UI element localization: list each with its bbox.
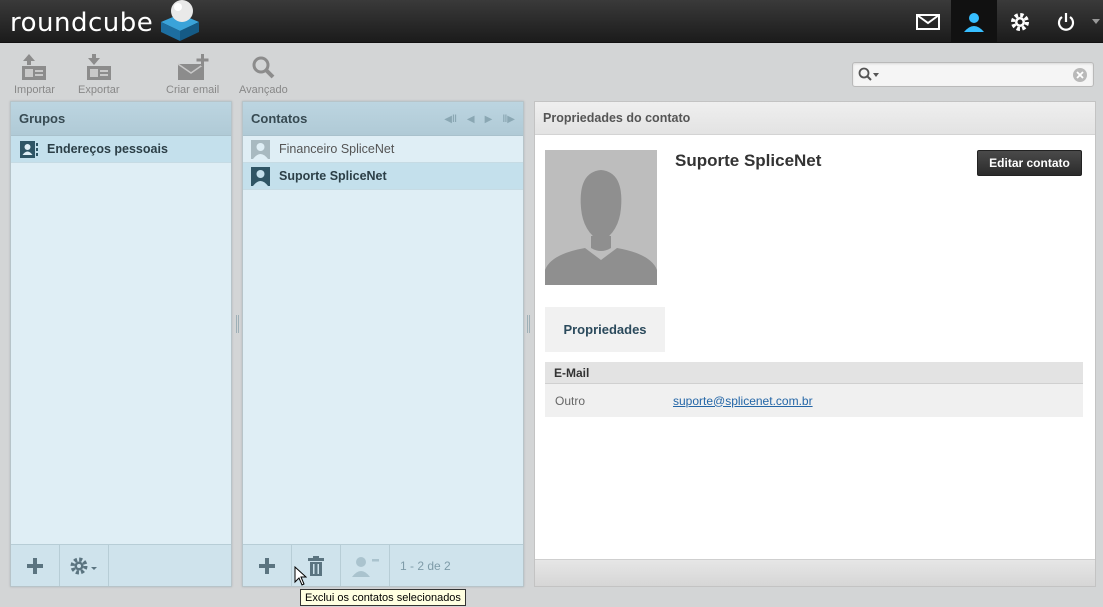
contact-photo	[545, 150, 657, 285]
add-contact-button[interactable]	[243, 545, 292, 586]
top-header: roundcube	[0, 0, 1103, 43]
export-label: Exportar	[78, 84, 120, 96]
compose-mail-icon	[177, 54, 209, 80]
advanced-search-button[interactable]: Avançado	[239, 52, 288, 96]
contact-details-panel: Propriedades do contato Suporte SpliceNe…	[534, 101, 1096, 587]
previous-page-icon[interactable]: ◀	[467, 114, 475, 125]
email-type-label: Outro	[555, 393, 586, 408]
tab-properties[interactable]: Propriedades	[545, 307, 665, 352]
email-row: Outro suporte@splicenet.com.br	[545, 384, 1083, 417]
contact-row[interactable]: Suporte SpliceNet	[243, 163, 523, 190]
nav-logout[interactable]	[1043, 0, 1089, 43]
default-avatar-icon	[545, 150, 657, 285]
mouse-cursor-icon	[294, 566, 307, 586]
groups-panel: Grupos Endereços pessoais	[10, 101, 232, 587]
plus-icon	[27, 557, 43, 574]
email-section-title: E-Mail	[545, 362, 1083, 384]
contacts-panel: Contatos ◀‖ ◀ ▶ ‖▶ Financeiro SpliceNet …	[242, 101, 524, 587]
nav-contacts[interactable]	[951, 0, 997, 43]
contacts-footer: 1 - 2 de 2	[243, 544, 523, 586]
nav-mail[interactable]	[905, 0, 951, 43]
import-icon	[22, 54, 47, 80]
group-label: Endereços pessoais	[47, 142, 168, 156]
search-input[interactable]	[881, 66, 1066, 83]
export-button[interactable]: Exportar	[78, 52, 120, 96]
roundcube-logo[interactable]: roundcube	[10, 0, 203, 41]
contacts-count: 1 - 2 de 2	[400, 558, 451, 573]
contact-row[interactable]: Financeiro SpliceNet	[243, 136, 523, 163]
contact-name: Suporte SpliceNet	[279, 169, 387, 183]
contacts-title: Contatos	[251, 111, 308, 126]
contacts-header: Contatos ◀‖ ◀ ▶ ‖▶	[243, 102, 523, 136]
nav-settings[interactable]	[997, 0, 1043, 43]
compose-label: Criar email	[166, 84, 220, 96]
groups-footer	[11, 544, 231, 586]
groups-header: Grupos	[11, 102, 231, 136]
advanced-label: Avançado	[239, 84, 288, 96]
group-options-button[interactable]	[60, 545, 109, 586]
group-item[interactable]: Endereços pessoais	[11, 136, 231, 163]
contact-avatar-icon	[251, 166, 270, 186]
delete-tooltip: Exclui os contatos selecionados	[300, 589, 466, 606]
person-icon	[964, 12, 984, 32]
last-page-icon[interactable]: ‖▶	[502, 114, 515, 125]
magnifier-icon	[252, 56, 275, 79]
toolbar: Importar Exportar Criar email Avançado	[0, 44, 1103, 100]
search-options-icon[interactable]	[858, 67, 880, 83]
details-title: Propriedades do contato	[543, 111, 691, 125]
reset-search-icon[interactable]	[1073, 68, 1087, 82]
remove-from-group-button[interactable]	[341, 545, 390, 586]
contact-avatar-icon	[251, 139, 270, 159]
quick-search[interactable]	[852, 62, 1094, 87]
export-icon	[86, 54, 111, 80]
import-label: Importar	[14, 84, 55, 96]
pager: ◀‖ ◀ ▶ ‖▶	[444, 114, 515, 125]
gear-icon	[1011, 12, 1029, 31]
address-book-icon	[20, 140, 38, 158]
details-header: Propriedades do contato	[535, 102, 1095, 135]
add-group-button[interactable]	[11, 545, 60, 586]
contacts-splitter[interactable]	[527, 315, 530, 333]
groups-title: Grupos	[19, 111, 66, 126]
chevron-down-icon	[1092, 19, 1100, 24]
groups-splitter[interactable]	[236, 315, 239, 333]
next-page-icon[interactable]: ▶	[485, 114, 493, 125]
contact-name: Financeiro SpliceNet	[279, 142, 395, 156]
top-navigation	[905, 0, 1103, 43]
plus-icon	[259, 557, 275, 574]
gear-icon	[70, 557, 97, 574]
details-footer	[535, 559, 1095, 586]
user-menu-caret[interactable]	[1089, 0, 1103, 43]
trash-icon	[308, 555, 324, 576]
logo-cube-icon	[161, 0, 200, 41]
compose-button[interactable]: Criar email	[166, 52, 219, 96]
contact-display-name: Suporte SpliceNet	[675, 151, 822, 170]
remove-person-icon	[352, 556, 379, 577]
logo-text: roundcube	[10, 8, 154, 38]
email-fieldset: E-Mail Outro suporte@splicenet.com.br	[545, 362, 1083, 417]
email-link[interactable]: suporte@splicenet.com.br	[673, 394, 813, 408]
first-page-icon[interactable]: ◀‖	[444, 114, 457, 125]
power-icon	[1057, 12, 1075, 31]
edit-contact-button[interactable]: Editar contato	[977, 150, 1082, 176]
envelope-icon	[916, 13, 940, 30]
import-button[interactable]: Importar	[14, 52, 55, 96]
